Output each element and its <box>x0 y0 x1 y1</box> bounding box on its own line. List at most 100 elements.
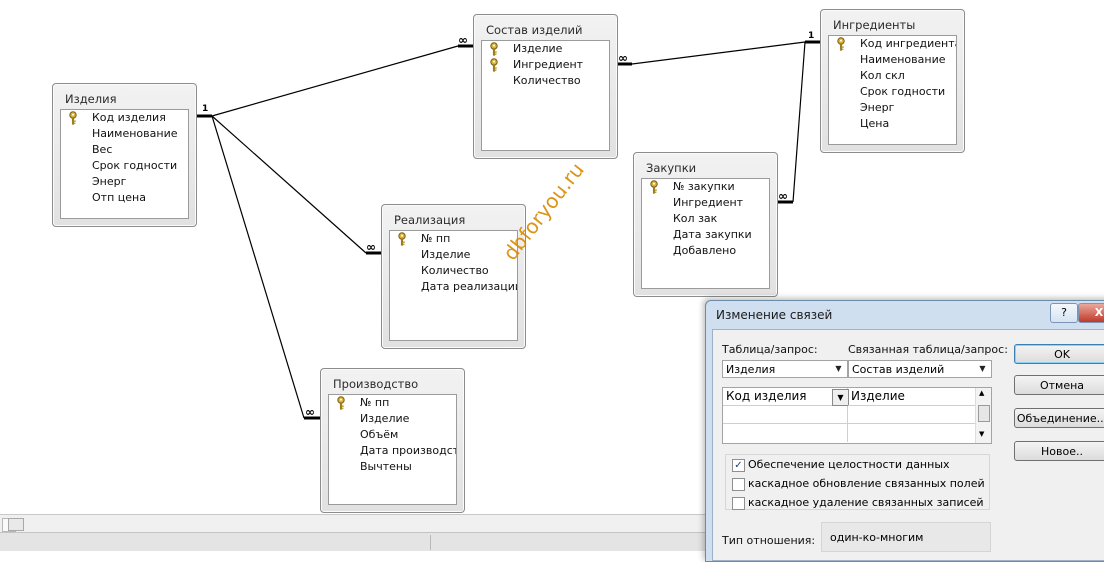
table-title[interactable]: Реализация <box>394 213 465 227</box>
ok-button[interactable]: OK <box>1014 344 1104 364</box>
relation-line-izdeliya-sostav[interactable] <box>211 45 459 117</box>
field-name: Код изделия <box>92 111 166 124</box>
grid-cell-right[interactable]: Изделие <box>848 388 976 406</box>
scroll-up-icon[interactable]: ▲ <box>979 389 984 397</box>
field-name: Изделие <box>360 412 410 425</box>
field-row[interactable]: Изделие <box>482 41 609 57</box>
relation-line-izdeliya-realizaciya[interactable] <box>211 115 367 254</box>
field-name: Срок годности <box>92 159 178 172</box>
field-list[interactable]: № закупки Ингредиент Кол зак Дата закупки До… <box>641 178 770 289</box>
field-row[interactable]: Энерг <box>829 100 956 116</box>
table-izdeliya[interactable]: Изделия Код изделия Наименование Вес Срок г… <box>52 83 197 227</box>
grid-cell-empty[interactable] <box>848 424 976 442</box>
related-table-select-value: Состав изделий <box>852 363 945 376</box>
field-list[interactable]: Изделие Ингредиент Количество <box>481 40 610 151</box>
field-row[interactable]: Ингредиент <box>642 195 769 211</box>
field-row[interactable]: № пп <box>329 395 456 411</box>
key-icon <box>835 37 847 51</box>
chevron-down-icon[interactable]: ▼ <box>975 362 990 376</box>
field-row[interactable]: Отп цена <box>61 190 188 206</box>
field-row[interactable]: Код изделия <box>61 110 188 126</box>
field-row[interactable]: Вес <box>61 142 188 158</box>
create-new-button[interactable]: Новое.. <box>1014 441 1104 461</box>
field-row[interactable]: Кол зак <box>642 211 769 227</box>
scroll-down-icon[interactable]: ▼ <box>979 430 984 438</box>
cancel-button[interactable]: Отмена <box>1014 375 1104 395</box>
table-proizvodstvo[interactable]: Производство № пп Изделие Объём Дата произв… <box>320 368 465 513</box>
field-name: № пп <box>360 396 390 409</box>
dialog-body: Таблица/запрос: Связанная таблица/запрос… <box>712 329 1104 561</box>
table-select-value: Изделия <box>726 363 776 376</box>
table-select[interactable]: Изделия ▼ <box>722 360 848 378</box>
field-list[interactable]: № пп Изделие Объём Дата производства Вычтены <box>328 394 457 505</box>
field-name: Дата производства <box>360 444 456 457</box>
grid-cell-empty[interactable] <box>848 406 976 424</box>
scroll-thumb[interactable] <box>8 518 24 531</box>
field-mapping-grid[interactable]: Код изделия ▼ Изделие ▲ ▼ <box>722 387 992 444</box>
table-title[interactable]: Производство <box>333 377 418 391</box>
field-row[interactable]: Наименование <box>829 52 956 68</box>
field-row[interactable]: Количество <box>390 263 517 279</box>
key-icon <box>648 180 660 194</box>
close-button[interactable]: X <box>1078 303 1104 323</box>
join-type-button[interactable]: Объединение... <box>1014 408 1104 428</box>
field-name: Ингредиент <box>513 58 584 71</box>
relation-line-ingredienty-sostav[interactable] <box>631 41 806 65</box>
field-row[interactable]: Энерг <box>61 174 188 190</box>
field-row[interactable]: Дата закупки <box>642 227 769 243</box>
relation-line-izdeliya-proizvodstvo[interactable] <box>211 115 305 419</box>
field-row[interactable]: Вычтены <box>329 459 456 475</box>
field-name: Добавлено <box>673 244 737 257</box>
related-table-select[interactable]: Состав изделий ▼ <box>848 360 992 378</box>
checkmark-icon[interactable]: ✓ <box>732 459 745 472</box>
field-row[interactable]: Наименование <box>61 126 188 142</box>
checkbox-box[interactable] <box>732 478 745 491</box>
field-row[interactable]: Количество <box>482 73 609 89</box>
field-name: Вычтены <box>360 460 412 473</box>
table-realizaciya[interactable]: Реализация № пп Изделие Количество Дата реа… <box>381 204 526 349</box>
field-row[interactable]: № пп <box>390 231 517 247</box>
field-name: Наименование <box>860 53 946 66</box>
field-row[interactable]: Кол скл <box>829 68 956 84</box>
grid-cell-left[interactable]: Код изделия <box>723 388 848 406</box>
field-row[interactable]: Цена <box>829 116 956 132</box>
field-row[interactable]: Срок годности <box>829 84 956 100</box>
table-title[interactable]: Ингредиенты <box>833 18 915 32</box>
help-button[interactable]: ? <box>1050 303 1078 323</box>
field-row[interactable]: Код ингредиента <box>829 36 956 52</box>
relation-line-ingredienty-zakupki[interactable] <box>792 41 806 203</box>
table-title[interactable]: Состав изделий <box>486 23 582 37</box>
field-list[interactable]: Код изделия Наименование Вес Срок годности Э… <box>60 109 189 219</box>
chevron-down-icon[interactable]: ▼ <box>832 389 849 406</box>
field-row[interactable]: Дата реализации <box>390 279 517 295</box>
table-sostav-izdeliy[interactable]: Состав изделий Изделие Ингредиент Количест… <box>473 14 618 159</box>
checkbox-box[interactable] <box>732 497 745 510</box>
table-ingredienty[interactable]: Ингредиенты Код ингредиента Наименование К… <box>820 9 965 153</box>
table-zakupki[interactable]: Закупки № закупки Ингредиент Кол зак Дата з… <box>633 152 778 297</box>
field-name: Объём <box>360 428 399 441</box>
field-name: Кол зак <box>673 212 718 225</box>
grid-scrollbar[interactable]: ▲ ▼ <box>975 388 991 443</box>
field-list[interactable]: № пп Изделие Количество Дата реализации <box>389 230 518 341</box>
chevron-down-icon[interactable]: ▼ <box>831 362 846 376</box>
field-list[interactable]: Код ингредиента Наименование Кол скл Срок г… <box>828 35 957 145</box>
field-row[interactable]: Дата производства <box>329 443 456 459</box>
field-name: Код ингредиента <box>860 37 957 50</box>
grid-cell-empty[interactable] <box>723 424 848 442</box>
relationship-type-value: один-ко-многим <box>830 531 924 544</box>
grid-cell-empty[interactable] <box>723 406 848 424</box>
field-row[interactable]: Добавлено <box>642 243 769 259</box>
field-row[interactable]: Ингредиент <box>482 57 609 73</box>
key-icon <box>488 58 500 72</box>
cardinality-many: ∞ <box>458 33 468 47</box>
field-name: № закупки <box>673 180 735 193</box>
edit-relationships-dialog[interactable]: Изменение связей ? X Таблица/запрос: Свя… <box>705 300 1104 562</box>
field-row[interactable]: Изделие <box>329 411 456 427</box>
field-row[interactable]: Объём <box>329 427 456 443</box>
field-row[interactable]: № закупки <box>642 179 769 195</box>
table-title[interactable]: Изделия <box>65 92 117 106</box>
scroll-thumb[interactable] <box>978 405 990 422</box>
field-name: № пп <box>421 232 451 245</box>
field-row[interactable]: Срок годности <box>61 158 188 174</box>
table-title[interactable]: Закупки <box>646 161 696 175</box>
